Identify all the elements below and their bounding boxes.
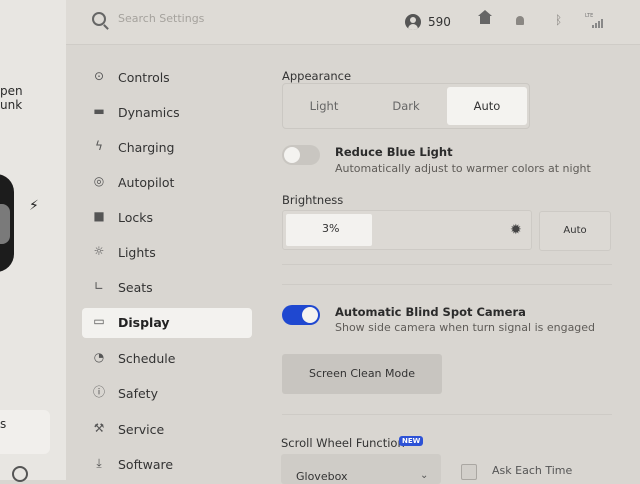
sidebar-item-autopilot[interactable]: ◎ Autopilot [82,168,252,198]
seat-icon: ∟ [93,279,105,293]
sidebar-item-controls[interactable]: ⊙ Controls [82,63,252,93]
reduce-blue-light-toggle[interactable] [282,145,320,165]
blind-spot-camera-toggle[interactable] [282,305,320,325]
sidebar-item-service[interactable]: ⚒ Service [82,415,252,445]
sidebar-item-charging[interactable]: ϟ Charging [82,133,252,163]
scroll-wheel-label: Scroll Wheel Function [281,436,405,450]
screen-clean-mode-button[interactable]: Screen Clean Mode [282,354,442,394]
signal-icon [592,18,606,28]
ask-each-time-checkbox[interactable] [461,464,477,480]
vehicle-label-line2[interactable]: unk [0,98,22,112]
brightness-value: 3% [322,222,340,235]
blind-spot-camera-title: Automatic Blind Spot Camera [335,305,526,319]
sidebar-item-display[interactable]: ▭ Display [82,308,252,338]
display-settings-panel: Appearance Light Dark Auto Reduce Blue L… [266,44,640,484]
ask-each-time-label: Ask Each Time [492,464,573,477]
bell-icon[interactable] [516,16,524,25]
lightning-icon: ϟ [95,139,103,153]
car-image [0,174,14,272]
search-icon[interactable] [92,12,106,26]
wrench-icon: ⚒ [93,421,105,435]
chevron-down-icon: ⌄ [420,470,429,481]
sidebar-item-label: Dynamics [118,105,180,120]
warning-icon: ⓘ [92,385,105,399]
sidebar-item-lights[interactable]: ☼ Lights [82,238,252,268]
bluetooth-icon[interactable]: ᛒ [555,13,562,27]
sidebar-item-label: Controls [118,70,170,85]
appearance-option-auto[interactable]: Auto [447,87,527,125]
sidebar-item-label: Display [118,315,170,330]
profile-count[interactable]: 590 [428,15,451,29]
sun-icon: ✹ [510,222,522,238]
reduce-blue-light-title: Reduce Blue Light [335,145,453,159]
brightness-label: Brightness [282,193,344,207]
sidebar-item-schedule[interactable]: ◔ Schedule [82,344,252,374]
appearance-label: Appearance [282,69,352,83]
home-icon[interactable] [478,10,492,24]
sidebar-item-seats[interactable]: ∟ Seats [82,273,252,303]
sidebar-item-label: Autopilot [118,175,175,190]
lock-icon: ■ [93,209,105,223]
new-badge: NEW [399,436,424,446]
light-icon: ☼ [93,244,105,258]
toggle-icon: ⊙ [93,69,105,83]
sidebar-item-label: Schedule [118,351,176,366]
sidebar-item-label: Charging [118,140,175,155]
car-icon: ▬ [93,104,105,118]
alarm-clock-icon: ◔ [93,350,105,364]
sidebar-item-label: Locks [118,210,154,225]
sidebar-item-label: Software [118,457,174,472]
toggle-knob [284,147,300,163]
appearance-selector: Light Dark Auto [282,83,530,129]
sidebar-item-locks[interactable]: ■ Locks [82,203,252,233]
download-icon: ⤓ [96,456,102,470]
sidebar-item-label: Seats [118,280,153,295]
sidebar-item-software[interactable]: ⤓ Software [82,450,252,480]
toggle-knob [302,307,318,323]
divider [282,284,612,285]
scroll-wheel-selected: Glovebox [296,470,348,483]
appearance-option-dark[interactable]: Dark [365,84,447,128]
reduce-blue-light-subtitle: Automatically adjust to warmer colors at… [335,162,591,175]
steering-wheel-icon: ◎ [93,174,105,188]
display-icon: ▭ [93,314,105,328]
sidebar-item-label: Safety [118,386,158,401]
search-input[interactable]: Search Settings [118,12,204,25]
lightning-icon: ⚡ [29,198,39,214]
sidebar-item-safety[interactable]: ⓘ Safety [82,379,252,409]
sidebar-item-label: Service [118,422,165,437]
profile-icon[interactable] [405,14,421,30]
blind-spot-camera-subtitle: Show side camera when turn signal is eng… [335,321,596,334]
settings-sidebar: ⊙ Controls ▬ Dynamics ϟ Charging ◎ Autop… [66,44,266,480]
vehicle-label-line1: pen [0,84,23,98]
divider [282,414,612,415]
sidebar-item-label: Lights [118,245,156,260]
media-card-text: s [0,417,7,431]
brightness-slider[interactable] [282,210,532,250]
divider [282,264,612,265]
appearance-option-light[interactable]: Light [283,84,365,128]
sidebar-item-dynamics[interactable]: ▬ Dynamics [82,98,252,128]
media-card[interactable] [0,410,50,454]
brightness-auto-button[interactable]: Auto [539,211,611,251]
